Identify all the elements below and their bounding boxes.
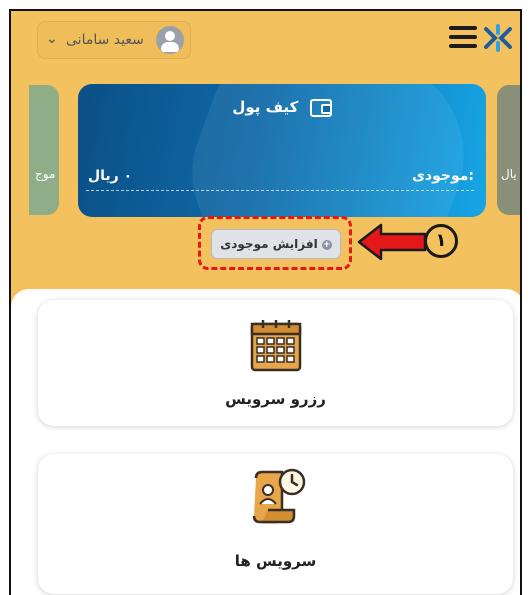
wallet-card[interactable]: کیف پول موجودی: ۰ ریال [78, 84, 486, 217]
annotation-arrow-icon [357, 223, 427, 261]
annotation-number: ۱ [424, 224, 458, 258]
avatar [156, 26, 184, 54]
balance-value: ۰ ریال [88, 168, 133, 184]
increase-balance-button[interactable]: +افزایش موجودی [211, 229, 341, 259]
calendar-icon [250, 320, 302, 372]
hamburger-menu-icon[interactable] [449, 26, 477, 48]
user-name: سعید سامانی [66, 32, 144, 48]
service-card-reserve[interactable]: رزرو سرویس [38, 300, 513, 426]
wallet-title: کیف پول [232, 98, 299, 116]
balance-label: موجودی: [412, 168, 474, 184]
user-account-dropdown[interactable]: ⌄ سعید سامانی [37, 21, 191, 59]
services-panel: رزرو سرویس سرویس ها [11, 289, 520, 595]
service-document-clock-icon [252, 468, 306, 524]
app-screen: ⌄ سعید سامانی موج یال کیف پول موجودی: ۰ … [9, 9, 522, 595]
divider [86, 190, 474, 191]
plus-icon: + [321, 239, 332, 250]
carousel-card-prev[interactable]: موج [29, 85, 59, 215]
wallet-icon [309, 98, 332, 117]
wallet-title-row: کیف پول [78, 98, 486, 117]
service-card-services-title: سرویس ها [234, 552, 317, 570]
service-card-reserve-title: رزرو سرویس [225, 390, 326, 408]
carousel-card-next-text: یال [501, 167, 517, 181]
carousel-card-next[interactable]: یال [497, 85, 520, 215]
service-card-services[interactable]: سرویس ها [38, 454, 513, 594]
brand-logo-icon [484, 24, 512, 52]
chevron-down-icon: ⌄ [46, 31, 58, 47]
carousel-card-prev-text: موج [35, 167, 56, 181]
increase-balance-label: افزایش موجودی [220, 237, 318, 251]
